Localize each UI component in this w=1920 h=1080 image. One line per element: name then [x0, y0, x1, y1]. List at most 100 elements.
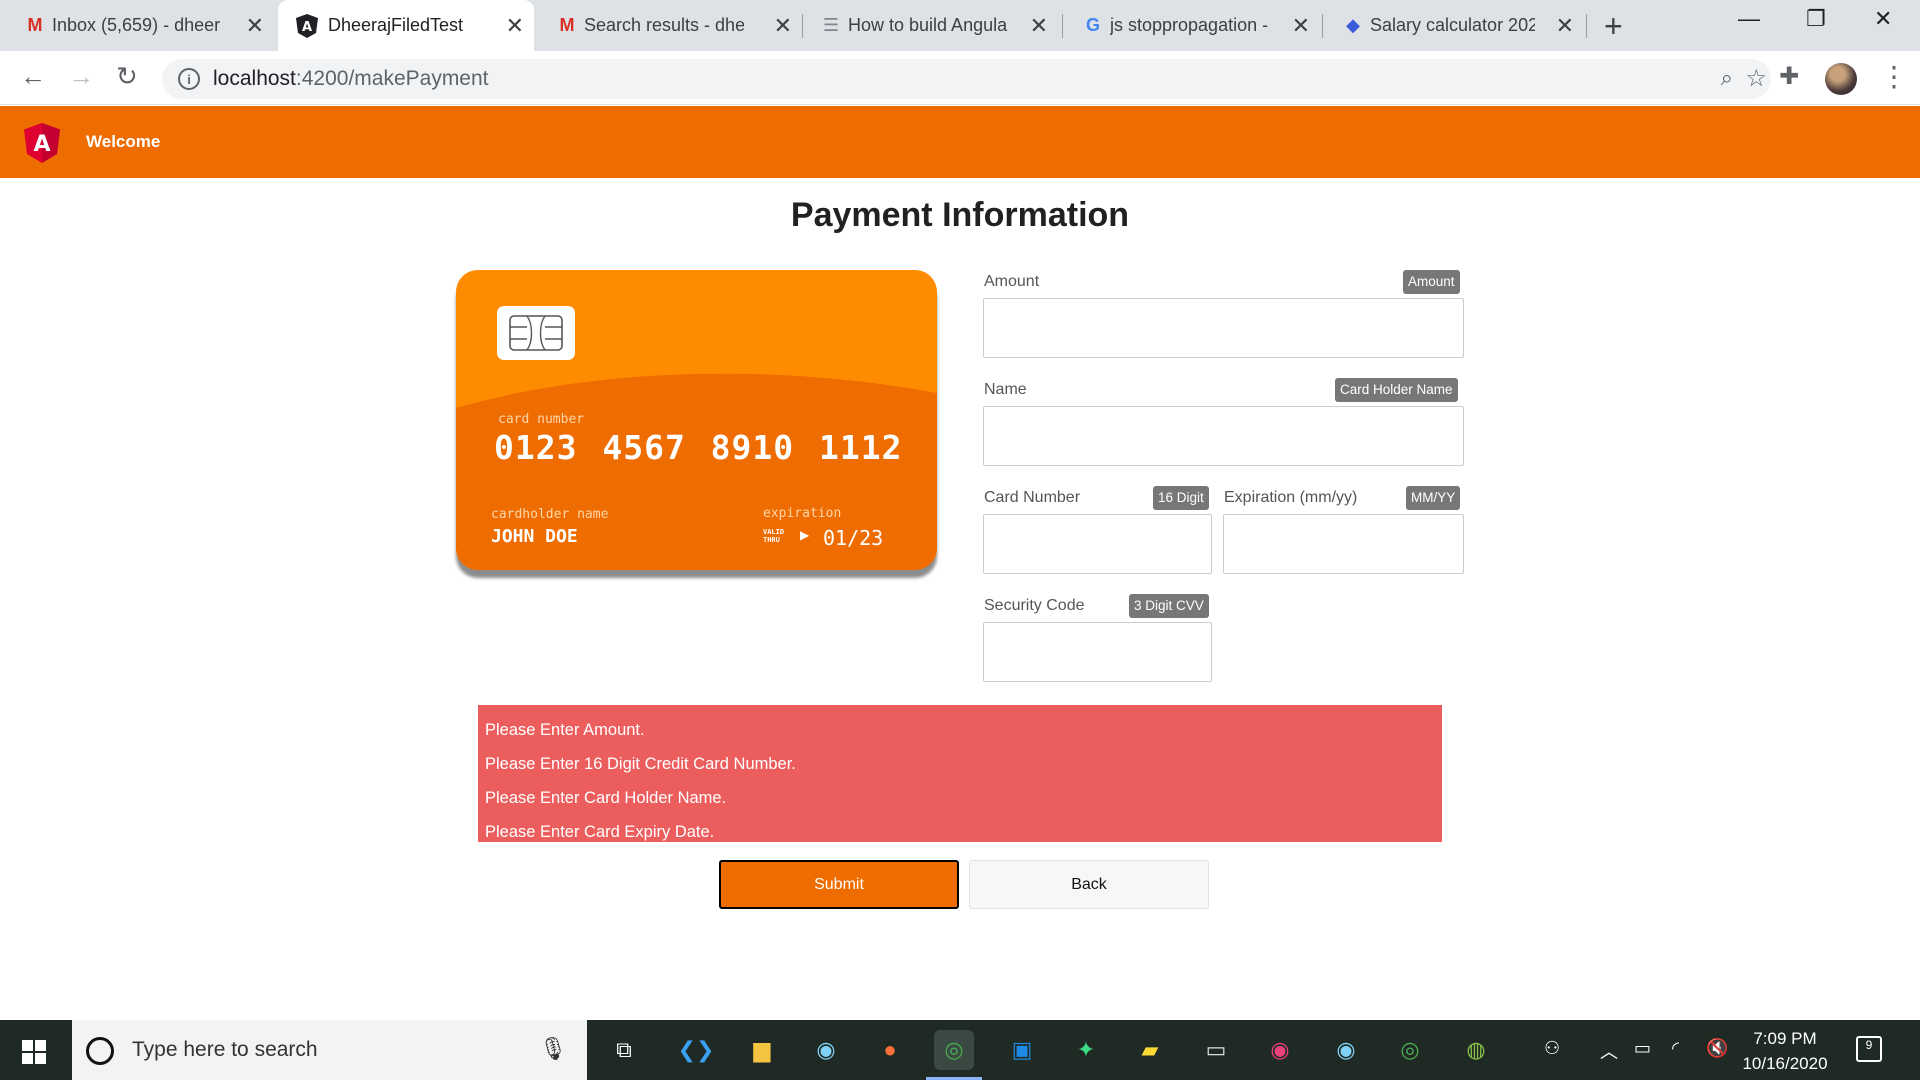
name-label: Name: [984, 381, 1027, 398]
vscode-icon[interactable]: ❮❯: [676, 1030, 716, 1070]
page-title: Payment Information: [790, 196, 1130, 234]
security-code-input[interactable]: [983, 622, 1212, 682]
expiration-field-label: Expiration (mm/yy): [1224, 489, 1358, 506]
back-button[interactable]: Back: [969, 860, 1209, 909]
close-icon[interactable]: ✕: [1556, 13, 1574, 39]
tab-separator: [1586, 14, 1587, 38]
close-icon[interactable]: ✕: [1030, 13, 1048, 39]
windows-taskbar: Type here to search 🎙 ⧉ ❮❯ ▆ ◉ ● ◎ ▣ ✦ ▰…: [0, 1020, 1920, 1080]
url-text[interactable]: localhost:4200/makePayment: [213, 67, 489, 91]
sticky-notes-icon[interactable]: ▰: [1130, 1030, 1170, 1070]
tab-title: js stoppropagation -: [1110, 15, 1269, 35]
security-code-badge: 3 Digit CVV: [1129, 594, 1209, 618]
extensions-puzzle-icon[interactable]: ✚: [1779, 62, 1799, 91]
window-close-icon[interactable]: ✕: [1874, 6, 1892, 32]
close-icon[interactable]: ✕: [246, 13, 264, 39]
shield-icon: ◆: [1346, 15, 1360, 35]
card-number-field-label: Card Number: [984, 489, 1081, 506]
error-message: Please Enter Card Expiry Date.: [485, 823, 715, 841]
close-icon[interactable]: ✕: [506, 13, 524, 39]
globe-icon[interactable]: ◍: [1456, 1030, 1496, 1070]
forward-arrow-icon[interactable]: →: [68, 61, 94, 92]
gmail-icon: M: [559, 15, 575, 35]
submit-button[interactable]: Submit: [719, 860, 959, 909]
new-tab-button[interactable]: +: [1604, 8, 1623, 45]
tab-dheerajfiledtest[interactable]: A DheerajFiledTest ✕: [278, 0, 534, 51]
android-studio-icon[interactable]: ✦: [1066, 1030, 1106, 1070]
expiration-input[interactable]: [1223, 514, 1464, 574]
restore-icon[interactable]: ❐: [1806, 6, 1826, 32]
chrome-icon[interactable]: ◎: [1390, 1030, 1430, 1070]
tray-chevron-up-icon[interactable]: ︿: [1600, 1038, 1618, 1064]
error-message: Please Enter Amount.: [485, 721, 645, 739]
arrow-right-icon: ▶: [800, 528, 810, 542]
amount-label: Amount: [984, 273, 1040, 290]
credit-card-preview: card number 0123 4567 8910 1112 cardhold…: [456, 270, 937, 570]
zoom-icon[interactable]: ⌕: [1721, 65, 1733, 91]
validation-errors: Please Enter Amount. Please Enter 16 Dig…: [478, 705, 1442, 842]
tab-separator: [802, 14, 803, 38]
minimize-icon[interactable]: —: [1738, 6, 1760, 32]
close-icon[interactable]: ✕: [774, 13, 792, 39]
taskbar-search-box[interactable]: Type here to search 🎙: [72, 1020, 587, 1080]
tab-how-to-build[interactable]: ☰ How to build Angula ✕: [818, 0, 1058, 51]
file-explorer-icon[interactable]: ▆: [742, 1030, 782, 1070]
system-clock[interactable]: 7:09 PM 10/16/2020: [1740, 1026, 1830, 1076]
people-icon[interactable]: ⚇: [1544, 1038, 1560, 1059]
tab-js-stoppropagation[interactable]: G js stoppropagation - ✕: [1080, 0, 1320, 51]
tab-inbox[interactable]: M Inbox (5,659) - dheer ✕: [22, 0, 274, 51]
tab-title: Search results - dhee: [584, 15, 744, 35]
cardholder-name-label: cardholder name: [491, 507, 609, 522]
browser-toolbar: ← → ↻ i localhost:4200/makePayment ⌕ ☆: [0, 51, 1920, 105]
tab-title: Inbox (5,659) - dheer: [52, 15, 221, 35]
app-icon[interactable]: ◉: [806, 1030, 846, 1070]
notification-count: 9: [1865, 1038, 1873, 1052]
volume-muted-icon[interactable]: 🔇: [1706, 1038, 1728, 1059]
svg-text:A: A: [302, 20, 312, 35]
welcome-link[interactable]: Welcome: [86, 132, 160, 152]
address-bar[interactable]: i localhost:4200/makePayment ⌕ ☆: [162, 59, 1771, 99]
taskbar-search-placeholder: Type here to search: [132, 1038, 318, 1061]
close-icon[interactable]: ✕: [1292, 13, 1310, 39]
chrome-icon[interactable]: ◎: [934, 1030, 974, 1070]
angular-logo-icon[interactable]: A: [24, 123, 60, 163]
bookmark-star-icon[interactable]: ☆: [1745, 64, 1767, 93]
amount-input[interactable]: [983, 298, 1464, 358]
gmail-icon: M: [27, 15, 43, 35]
google-icon: G: [1085, 15, 1100, 35]
error-message: Please Enter 16 Digit Credit Card Number…: [485, 755, 796, 773]
reload-icon[interactable]: ↻: [116, 61, 138, 92]
outlook-icon[interactable]: ▣: [1002, 1030, 1042, 1070]
app-header: A Welcome: [0, 106, 1920, 178]
windows-start-icon[interactable]: [22, 1040, 46, 1064]
name-input[interactable]: [983, 406, 1464, 466]
expiration-badge: MM/YY: [1406, 486, 1461, 510]
terminal-icon[interactable]: ▭: [1196, 1030, 1236, 1070]
security-code-label: Security Code: [984, 597, 1085, 614]
tab-search-results[interactable]: M Search results - dhee ✕: [554, 0, 802, 51]
valid-thru-label: VALID THRU: [763, 528, 785, 544]
task-view-icon[interactable]: ⧉: [604, 1030, 644, 1070]
tab-title: How to build Angula: [848, 15, 1008, 35]
microphone-icon[interactable]: 🎙: [539, 1036, 567, 1062]
app-icon[interactable]: ◉: [1326, 1030, 1366, 1070]
logo-letter: A: [33, 132, 50, 157]
cardholder-name-display: JOHN DOE: [491, 526, 578, 547]
name-badge: Card Holder Name: [1335, 378, 1458, 402]
card-number-input[interactable]: [983, 514, 1212, 574]
card-chip-icon: [497, 306, 575, 360]
info-icon[interactable]: i: [178, 68, 200, 90]
url-path: :4200/makePayment: [295, 67, 489, 90]
app-icon[interactable]: ◉: [1260, 1030, 1300, 1070]
profile-avatar[interactable]: [1825, 63, 1857, 95]
firefox-icon[interactable]: ●: [870, 1030, 910, 1070]
tab-title: Salary calculator 202: [1370, 15, 1535, 35]
browser-menu-icon[interactable]: ⋮: [1880, 60, 1908, 93]
wifi-icon[interactable]: ◜: [1672, 1038, 1679, 1059]
notification-center-icon[interactable]: 9: [1856, 1036, 1882, 1062]
tab-salary-calculator[interactable]: ◆ Salary calculator 202 ✕: [1340, 0, 1584, 51]
tab-separator: [1322, 14, 1323, 38]
error-message: Please Enter Card Holder Name.: [485, 789, 727, 807]
battery-icon[interactable]: ▭: [1634, 1038, 1651, 1059]
back-arrow-icon[interactable]: ←: [20, 61, 46, 92]
